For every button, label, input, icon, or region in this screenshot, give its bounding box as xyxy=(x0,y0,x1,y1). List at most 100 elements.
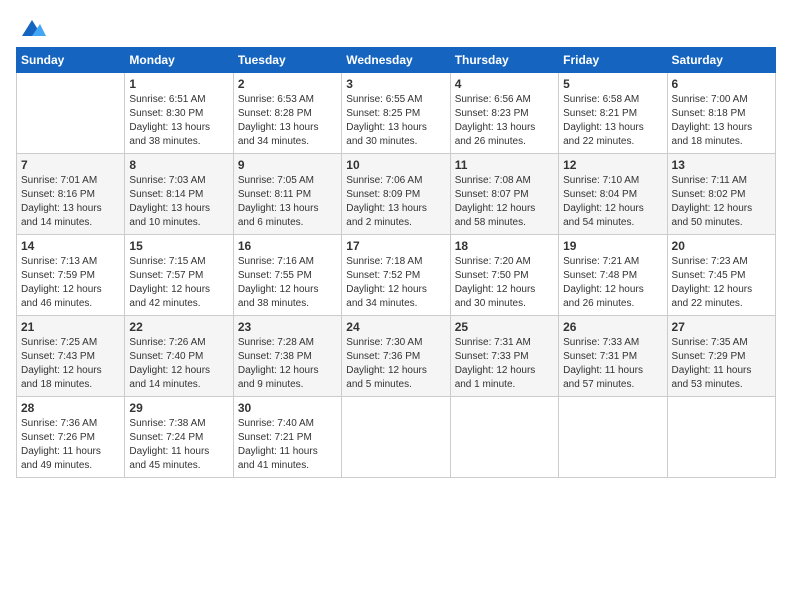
logo xyxy=(16,16,46,39)
day-info: Sunrise: 6:53 AM Sunset: 8:28 PM Dayligh… xyxy=(238,93,337,149)
day-info: Sunrise: 7:10 AM Sunset: 8:04 PM Dayligh… xyxy=(563,174,662,230)
day-of-week-header: Wednesday xyxy=(342,47,450,72)
calendar-day-cell: 19 Sunrise: 7:21 AM Sunset: 7:48 PM Dayli… xyxy=(559,234,667,315)
day-info: Sunrise: 7:06 AM Sunset: 8:09 PM Dayligh… xyxy=(346,174,445,230)
calendar-week-row: 28Sunrise: 7:36 AM Sunset: 7:26 PM Dayli… xyxy=(17,396,776,477)
calendar-day-cell: 13 Sunrise: 7:11 AM Sunset: 8:02 PM Dayli… xyxy=(667,153,775,234)
calendar-day-cell: 20 Sunrise: 7:23 AM Sunset: 7:45 PM Dayli… xyxy=(667,234,775,315)
day-number: 5 xyxy=(563,77,662,91)
calendar-day-cell: 1 Sunrise: 6:51 AM Sunset: 8:30 PM Daylig… xyxy=(125,72,233,153)
calendar-day-cell: 24 Sunrise: 7:30 AM Sunset: 7:36 PM Dayli… xyxy=(342,315,450,396)
day-number: 6 xyxy=(672,77,771,91)
calendar-day-cell: 9 Sunrise: 7:05 AM Sunset: 8:11 PM Daylig… xyxy=(233,153,341,234)
calendar-day-cell: 23 Sunrise: 7:28 AM Sunset: 7:38 PM Dayli… xyxy=(233,315,341,396)
day-info: Sunrise: 7:35 AM Sunset: 7:29 PM Dayligh… xyxy=(672,336,771,392)
day-info: Sunrise: 7:21 AM Sunset: 7:48 PM Dayligh… xyxy=(563,255,662,311)
calendar-week-row: 21Sunrise: 7:25 AM Sunset: 7:43 PM Dayli… xyxy=(17,315,776,396)
calendar-day-cell: 2 Sunrise: 6:53 AM Sunset: 8:28 PM Daylig… xyxy=(233,72,341,153)
calendar-day-cell: 25 Sunrise: 7:31 AM Sunset: 7:33 PM Dayli… xyxy=(450,315,558,396)
day-number: 8 xyxy=(129,158,228,172)
day-info: Sunrise: 7:40 AM Sunset: 7:21 PM Dayligh… xyxy=(238,417,337,473)
calendar-day-cell xyxy=(17,72,125,153)
day-number: 13 xyxy=(672,158,771,172)
calendar-day-cell: 30 Sunrise: 7:40 AM Sunset: 7:21 PM Dayli… xyxy=(233,396,341,477)
calendar-day-cell: 6 Sunrise: 7:00 AM Sunset: 8:18 PM Daylig… xyxy=(667,72,775,153)
day-number: 14 xyxy=(21,239,120,253)
calendar-day-cell: 5 Sunrise: 6:58 AM Sunset: 8:21 PM Daylig… xyxy=(559,72,667,153)
calendar-week-row: 1 Sunrise: 6:51 AM Sunset: 8:30 PM Daylig… xyxy=(17,72,776,153)
day-info: Sunrise: 6:55 AM Sunset: 8:25 PM Dayligh… xyxy=(346,93,445,149)
day-of-week-header: Friday xyxy=(559,47,667,72)
day-number: 18 xyxy=(455,239,554,253)
calendar-day-cell xyxy=(342,396,450,477)
day-number: 25 xyxy=(455,320,554,334)
calendar-day-cell: 28Sunrise: 7:36 AM Sunset: 7:26 PM Dayli… xyxy=(17,396,125,477)
calendar-day-cell: 4Sunrise: 6:56 AM Sunset: 8:23 PM Daylig… xyxy=(450,72,558,153)
day-number: 17 xyxy=(346,239,445,253)
day-of-week-header: Monday xyxy=(125,47,233,72)
calendar-day-cell: 3Sunrise: 6:55 AM Sunset: 8:25 PM Daylig… xyxy=(342,72,450,153)
day-number: 26 xyxy=(563,320,662,334)
day-info: Sunrise: 7:33 AM Sunset: 7:31 PM Dayligh… xyxy=(563,336,662,392)
day-number: 29 xyxy=(129,401,228,415)
logo-text xyxy=(16,16,46,39)
day-info: Sunrise: 7:01 AM Sunset: 8:16 PM Dayligh… xyxy=(21,174,120,230)
calendar-day-cell xyxy=(559,396,667,477)
calendar-day-cell: 27Sunrise: 7:35 AM Sunset: 7:29 PM Dayli… xyxy=(667,315,775,396)
calendar-day-cell xyxy=(450,396,558,477)
day-info: Sunrise: 7:05 AM Sunset: 8:11 PM Dayligh… xyxy=(238,174,337,230)
calendar-week-row: 7 Sunrise: 7:01 AM Sunset: 8:16 PM Daylig… xyxy=(17,153,776,234)
day-info: Sunrise: 7:28 AM Sunset: 7:38 PM Dayligh… xyxy=(238,336,337,392)
day-info: Sunrise: 7:08 AM Sunset: 8:07 PM Dayligh… xyxy=(455,174,554,230)
day-number: 16 xyxy=(238,239,337,253)
day-info: Sunrise: 7:36 AM Sunset: 7:26 PM Dayligh… xyxy=(21,417,120,473)
calendar-day-cell: 21Sunrise: 7:25 AM Sunset: 7:43 PM Dayli… xyxy=(17,315,125,396)
day-number: 2 xyxy=(238,77,337,91)
day-info: Sunrise: 7:11 AM Sunset: 8:02 PM Dayligh… xyxy=(672,174,771,230)
calendar-day-cell: 8 Sunrise: 7:03 AM Sunset: 8:14 PM Daylig… xyxy=(125,153,233,234)
day-info: Sunrise: 7:31 AM Sunset: 7:33 PM Dayligh… xyxy=(455,336,554,392)
day-number: 12 xyxy=(563,158,662,172)
day-number: 22 xyxy=(129,320,228,334)
calendar-day-cell: 7 Sunrise: 7:01 AM Sunset: 8:16 PM Daylig… xyxy=(17,153,125,234)
day-info: Sunrise: 7:20 AM Sunset: 7:50 PM Dayligh… xyxy=(455,255,554,311)
day-info: Sunrise: 7:15 AM Sunset: 7:57 PM Dayligh… xyxy=(129,255,228,311)
day-info: Sunrise: 7:13 AM Sunset: 7:59 PM Dayligh… xyxy=(21,255,120,311)
day-number: 19 xyxy=(563,239,662,253)
calendar-day-cell: 11 Sunrise: 7:08 AM Sunset: 8:07 PM Dayli… xyxy=(450,153,558,234)
day-number: 1 xyxy=(129,77,228,91)
day-info: Sunrise: 7:03 AM Sunset: 8:14 PM Dayligh… xyxy=(129,174,228,230)
day-info: Sunrise: 7:26 AM Sunset: 7:40 PM Dayligh… xyxy=(129,336,228,392)
day-of-week-header: Sunday xyxy=(17,47,125,72)
day-info: Sunrise: 7:25 AM Sunset: 7:43 PM Dayligh… xyxy=(21,336,120,392)
day-info: Sunrise: 6:51 AM Sunset: 8:30 PM Dayligh… xyxy=(129,93,228,149)
day-of-week-header: Tuesday xyxy=(233,47,341,72)
day-number: 11 xyxy=(455,158,554,172)
calendar-day-cell xyxy=(667,396,775,477)
calendar-day-cell: 16 Sunrise: 7:16 AM Sunset: 7:55 PM Dayli… xyxy=(233,234,341,315)
day-number: 9 xyxy=(238,158,337,172)
day-number: 7 xyxy=(21,158,120,172)
day-number: 15 xyxy=(129,239,228,253)
day-info: Sunrise: 7:30 AM Sunset: 7:36 PM Dayligh… xyxy=(346,336,445,392)
calendar-week-row: 14 Sunrise: 7:13 AM Sunset: 7:59 PM Dayli… xyxy=(17,234,776,315)
day-info: Sunrise: 6:56 AM Sunset: 8:23 PM Dayligh… xyxy=(455,93,554,149)
day-of-week-header: Thursday xyxy=(450,47,558,72)
day-number: 23 xyxy=(238,320,337,334)
day-number: 30 xyxy=(238,401,337,415)
day-info: Sunrise: 7:16 AM Sunset: 7:55 PM Dayligh… xyxy=(238,255,337,311)
day-info: Sunrise: 7:38 AM Sunset: 7:24 PM Dayligh… xyxy=(129,417,228,473)
day-number: 24 xyxy=(346,320,445,334)
day-info: Sunrise: 7:00 AM Sunset: 8:18 PM Dayligh… xyxy=(672,93,771,149)
day-info: Sunrise: 7:18 AM Sunset: 7:52 PM Dayligh… xyxy=(346,255,445,311)
calendar-day-cell: 10Sunrise: 7:06 AM Sunset: 8:09 PM Dayli… xyxy=(342,153,450,234)
calendar-day-cell: 18 Sunrise: 7:20 AM Sunset: 7:50 PM Dayli… xyxy=(450,234,558,315)
day-info: Sunrise: 7:23 AM Sunset: 7:45 PM Dayligh… xyxy=(672,255,771,311)
calendar-day-cell: 15 Sunrise: 7:15 AM Sunset: 7:57 PM Dayli… xyxy=(125,234,233,315)
logo-icon xyxy=(18,18,46,38)
calendar-day-cell: 29 Sunrise: 7:38 AM Sunset: 7:24 PM Dayli… xyxy=(125,396,233,477)
calendar-day-cell: 14 Sunrise: 7:13 AM Sunset: 7:59 PM Dayli… xyxy=(17,234,125,315)
day-number: 20 xyxy=(672,239,771,253)
calendar-day-cell: 17 Sunrise: 7:18 AM Sunset: 7:52 PM Dayli… xyxy=(342,234,450,315)
day-info: Sunrise: 6:58 AM Sunset: 8:21 PM Dayligh… xyxy=(563,93,662,149)
